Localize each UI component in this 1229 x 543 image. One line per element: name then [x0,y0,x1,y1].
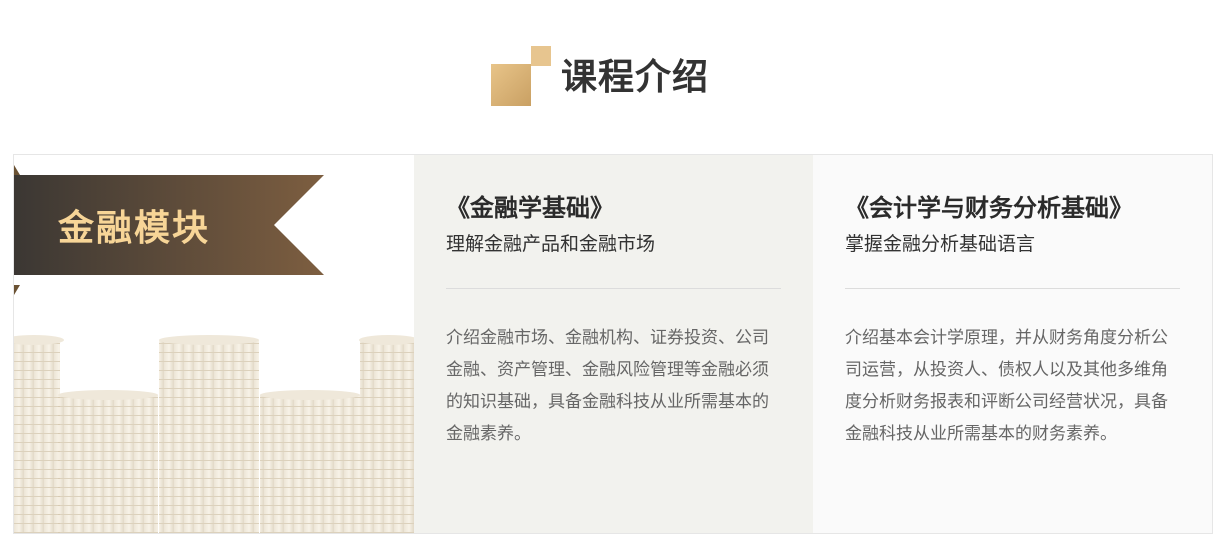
course-description: 介绍基本会计学原理，并从财务角度分析公司运营，从投资人、债权人以及其他多维角度分… [845,328,1168,444]
course-subtitle: 理解金融产品和金融市场 [446,233,656,255]
module-column: 金融模块 [14,155,414,533]
section-logo-icon [491,46,551,106]
section-header: 课程介绍 [0,0,1229,155]
course-card-accounting: 《会计学与财务分析基础》 掌握金融分析基础语言 介绍基本会计学原理，并从财务角度… [813,155,1212,533]
course-subtitle: 掌握金融分析基础语言 [845,233,1036,255]
section-title: 课程介绍 [561,57,710,98]
divider [446,288,781,289]
divider [845,288,1180,289]
course-title: 《会计学与财务分析基础》 [845,194,1133,222]
course-card-finance: 《金融学基础》 理解金融产品和金融市场 介绍金融市场、金融机构、证券投资、公司金… [414,155,813,533]
module-label: 金融模块 [57,208,210,249]
coin-stacks-image [14,335,414,533]
course-description: 介绍金融市场、金融机构、证券投资、公司金融、资产管理、金融风险管理等金融必须的知… [446,328,769,444]
course-panel: 金融模块 《金融学基础》 理解金融产品和金融市场 介绍金融市场、金融机构、证券投… [13,154,1213,534]
course-title: 《金融学基础》 [446,194,614,222]
